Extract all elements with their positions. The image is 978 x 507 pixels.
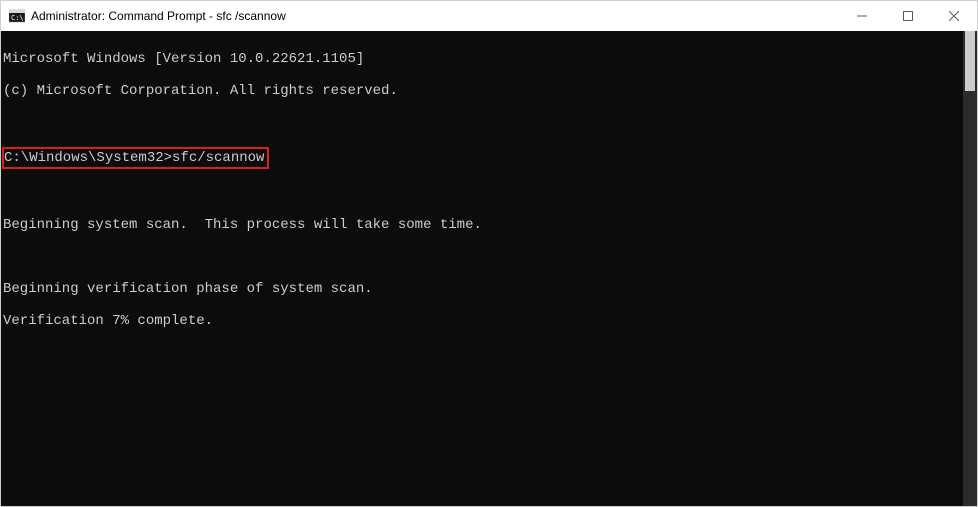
- close-button[interactable]: [931, 1, 977, 31]
- window-title: Administrator: Command Prompt - sfc /sca…: [31, 9, 839, 23]
- titlebar[interactable]: C:\ Administrator: Command Prompt - sfc …: [1, 1, 977, 31]
- terminal-content[interactable]: Microsoft Windows [Version 10.0.22621.11…: [1, 31, 963, 506]
- command-prompt-window: C:\ Administrator: Command Prompt - sfc …: [0, 0, 978, 507]
- terminal-area[interactable]: Microsoft Windows [Version 10.0.22621.11…: [1, 31, 977, 506]
- terminal-prompt-line: C:\Windows\System32>sfc/scannow: [3, 147, 961, 169]
- highlighted-command: C:\Windows\System32>sfc/scannow: [2, 147, 269, 169]
- vertical-scrollbar[interactable]: [963, 31, 977, 506]
- cmd-icon: C:\: [9, 8, 25, 24]
- terminal-output-line: Beginning verification phase of system s…: [3, 281, 961, 297]
- terminal-output-line: Beginning system scan. This process will…: [3, 217, 961, 233]
- svg-text:C:\: C:\: [11, 14, 24, 22]
- minimize-button[interactable]: [839, 1, 885, 31]
- terminal-output-line: [3, 249, 961, 265]
- scrollbar-thumb[interactable]: [965, 31, 975, 91]
- maximize-button[interactable]: [885, 1, 931, 31]
- terminal-output-line: (c) Microsoft Corporation. All rights re…: [3, 83, 961, 99]
- terminal-output-line: Microsoft Windows [Version 10.0.22621.11…: [3, 51, 961, 67]
- terminal-output-line: Verification 7% complete.: [3, 313, 961, 329]
- terminal-output-line: [3, 115, 961, 131]
- window-controls: [839, 1, 977, 31]
- terminal-output-line: [3, 185, 961, 201]
